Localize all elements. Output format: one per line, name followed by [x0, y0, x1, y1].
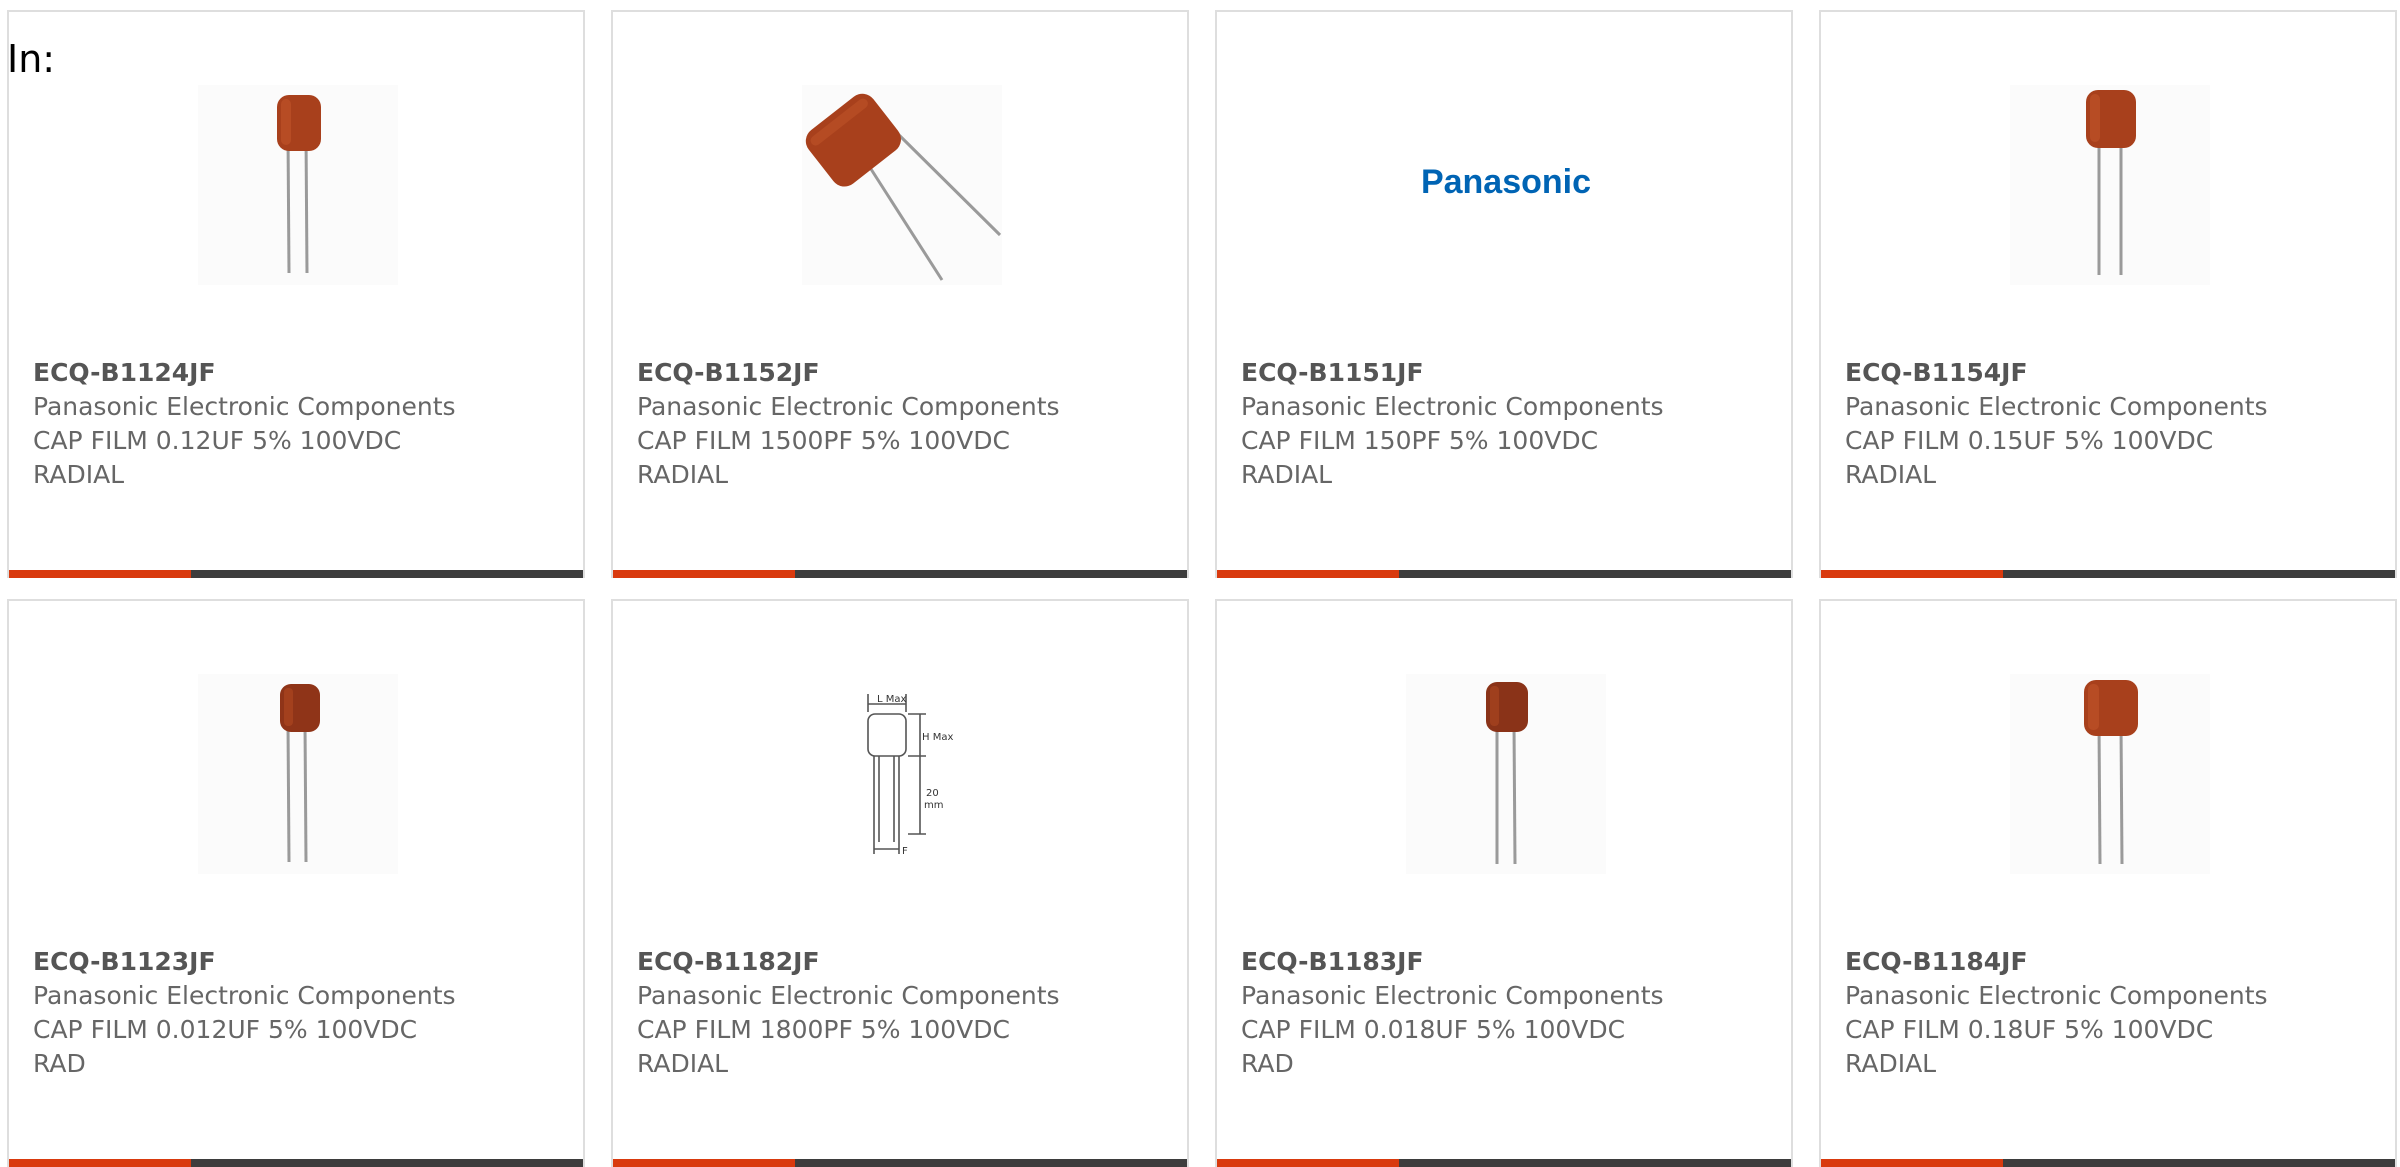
card-footer-bar: [1821, 570, 2395, 578]
description-line: RAD: [33, 1049, 86, 1078]
manufacturer: Panasonic Electronic Components: [33, 981, 456, 1010]
svg-text:Panasonic: Panasonic: [1421, 163, 1591, 201]
product-card[interactable]: ECQ-B1123JF Panasonic Electronic Compone…: [7, 599, 585, 1167]
part-number[interactable]: ECQ-B1152JF: [637, 356, 1163, 390]
product-card[interactable]: ECQ-B1152JF Panasonic Electronic Compone…: [611, 10, 1189, 578]
svg-text:H Max: H Max: [922, 732, 953, 743]
product-card[interactable]: ECQ-B1154JF Panasonic Electronic Compone…: [1819, 10, 2397, 578]
capacitor-icon: [802, 85, 1002, 285]
part-number[interactable]: ECQ-B1124JF: [33, 356, 559, 390]
description-line: CAP FILM 1500PF 5% 100VDC: [637, 426, 1010, 455]
description-line: CAP FILM 150PF 5% 100VDC: [1241, 426, 1599, 455]
product-card[interactable]: Panasonic ECQ-B1151JF Panasonic Electron…: [1215, 10, 1793, 578]
product-card[interactable]: ECQ-B1184JF Panasonic Electronic Compone…: [1819, 599, 2397, 1167]
svg-text:L Max: L Max: [877, 694, 907, 705]
capacitor-icon: [198, 674, 398, 874]
part-number[interactable]: ECQ-B1151JF: [1241, 356, 1767, 390]
description-line: RADIAL: [1241, 460, 1333, 489]
part-number[interactable]: ECQ-B1154JF: [1845, 356, 2371, 390]
description-line: RADIAL: [637, 460, 729, 489]
svg-text:F: F: [902, 846, 908, 857]
product-card[interactable]: ECQ-B1183JF Panasonic Electronic Compone…: [1215, 599, 1793, 1167]
product-image[interactable]: [2010, 85, 2210, 285]
description-line: CAP FILM 0.018UF 5% 100VDC: [1241, 1015, 1626, 1044]
card-footer-bar: [1821, 1159, 2395, 1167]
description-line: RADIAL: [1845, 460, 1937, 489]
manufacturer: Panasonic Electronic Components: [33, 392, 456, 421]
capacitor-icon: [2010, 85, 2210, 285]
panasonic-logo-icon: Panasonic: [1421, 163, 1591, 201]
capacitor-icon: [198, 85, 398, 285]
description-line: RADIAL: [637, 1049, 729, 1078]
product-image[interactable]: L Max H Max 20 mm F: [802, 674, 1002, 874]
product-card[interactable]: ECQ-B1124JF Panasonic Electronic Compone…: [7, 10, 585, 578]
dimension-drawing-icon: L Max H Max 20 mm F: [802, 674, 1002, 874]
card-footer-bar: [613, 570, 1187, 578]
card-footer-bar: [1217, 570, 1791, 578]
page-heading: In:: [7, 37, 56, 81]
description-line: RAD: [1241, 1049, 1294, 1078]
description-line: CAP FILM 1800PF 5% 100VDC: [637, 1015, 1010, 1044]
svg-text:mm: mm: [924, 800, 943, 811]
product-image[interactable]: Panasonic: [1406, 85, 1606, 285]
manufacturer: Panasonic Electronic Components: [1241, 392, 1664, 421]
svg-text:20: 20: [926, 788, 939, 799]
card-footer-bar: [613, 1159, 1187, 1167]
description-line: CAP FILM 0.12UF 5% 100VDC: [33, 426, 402, 455]
product-image[interactable]: [802, 85, 1002, 285]
manufacturer: Panasonic Electronic Components: [637, 392, 1060, 421]
part-number[interactable]: ECQ-B1182JF: [637, 945, 1163, 979]
manufacturer: Panasonic Electronic Components: [1845, 981, 2268, 1010]
product-image[interactable]: [198, 85, 398, 285]
product-image[interactable]: [1406, 674, 1606, 874]
description-line: RADIAL: [1845, 1049, 1937, 1078]
product-image[interactable]: [198, 674, 398, 874]
manufacturer: Panasonic Electronic Components: [637, 981, 1060, 1010]
product-image[interactable]: [2010, 674, 2210, 874]
manufacturer: Panasonic Electronic Components: [1845, 392, 2268, 421]
capacitor-icon: [1406, 674, 1606, 874]
description-line: RADIAL: [33, 460, 125, 489]
card-footer-bar: [9, 570, 583, 578]
card-footer-bar: [1217, 1159, 1791, 1167]
part-number[interactable]: ECQ-B1123JF: [33, 945, 559, 979]
capacitor-icon: [2010, 674, 2210, 874]
description-line: CAP FILM 0.18UF 5% 100VDC: [1845, 1015, 2214, 1044]
part-number[interactable]: ECQ-B1183JF: [1241, 945, 1767, 979]
part-number[interactable]: ECQ-B1184JF: [1845, 945, 2371, 979]
manufacturer: Panasonic Electronic Components: [1241, 981, 1664, 1010]
description-line: CAP FILM 0.012UF 5% 100VDC: [33, 1015, 418, 1044]
card-footer-bar: [9, 1159, 583, 1167]
description-line: CAP FILM 0.15UF 5% 100VDC: [1845, 426, 2214, 455]
product-card[interactable]: L Max H Max 20 mm F ECQ-B1182JF Panasoni…: [611, 599, 1189, 1167]
